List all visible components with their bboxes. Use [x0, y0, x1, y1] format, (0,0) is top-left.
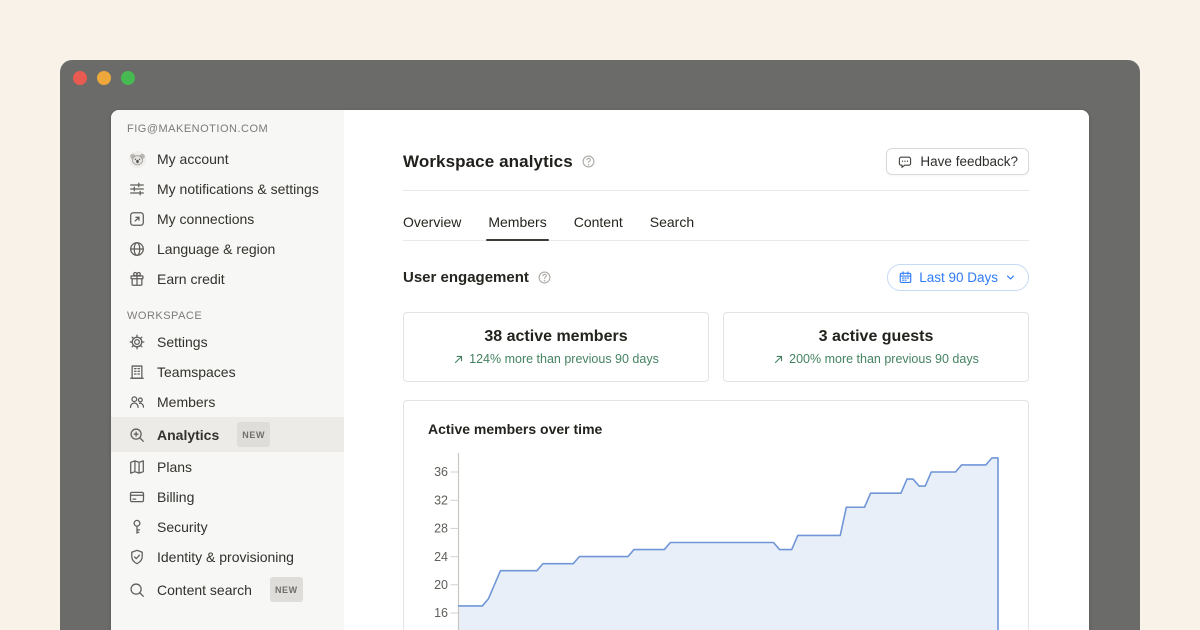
- sidebar-item-label: My connections: [157, 209, 254, 229]
- arrow-up-right-box-icon: [127, 210, 147, 228]
- help-circle-icon[interactable]: [537, 270, 552, 285]
- new-badge: NEW: [237, 422, 270, 447]
- sidebar-item-label: Earn credit: [157, 269, 225, 289]
- chevron-down-icon: [1004, 271, 1017, 284]
- page-header: Workspace analytics Have feedback?: [403, 148, 1029, 175]
- tab-content[interactable]: Content: [574, 214, 623, 240]
- account-email-heading: FIG@MAKENOTION.COM: [111, 123, 344, 135]
- sidebar-item-security[interactable]: Security: [111, 512, 344, 542]
- sidebar-item-members[interactable]: Members: [111, 387, 344, 417]
- sidebar-item-plans[interactable]: Plans: [111, 452, 344, 482]
- sidebar-item-label: My notifications & settings: [157, 179, 319, 199]
- sidebar-item-label: My account: [157, 149, 229, 169]
- sidebar-item-my-notifications-settings[interactable]: My notifications & settings: [111, 174, 344, 204]
- stat-value: 3 active guests: [819, 328, 934, 346]
- calendar-icon: [898, 270, 913, 285]
- sidebar-item-settings[interactable]: Settings: [111, 327, 344, 357]
- sidebar-item-label: Plans: [157, 457, 192, 477]
- sidebar-item-my-account[interactable]: My account: [111, 144, 344, 174]
- sidebar-item-label: Settings: [157, 332, 208, 352]
- sidebar-item-billing[interactable]: Billing: [111, 482, 344, 512]
- account-nav: My account My notifications & settings My …: [111, 144, 344, 294]
- window-frame: FIG@MAKENOTION.COM My account My notifica…: [60, 60, 1140, 630]
- sidebar-item-label: Analytics: [157, 425, 219, 445]
- svg-text:20: 20: [434, 578, 448, 592]
- search-icon: [127, 581, 147, 599]
- stat-card: 3 active guests 200% more than previous 9…: [723, 312, 1029, 382]
- new-badge: NEW: [270, 577, 303, 602]
- sidebar-item-earn-credit[interactable]: Earn credit: [111, 264, 344, 294]
- stat-delta: 200% more than previous 90 days: [773, 352, 979, 366]
- close-button[interactable]: [73, 71, 87, 85]
- stat-value: 38 active members: [484, 328, 627, 346]
- traffic-lights: [73, 71, 135, 85]
- gift-icon: [127, 270, 147, 288]
- minimize-button[interactable]: [97, 71, 111, 85]
- workspace-heading: WORKSPACE: [111, 310, 344, 322]
- stat-delta-label: 200% more than previous 90 days: [789, 352, 979, 366]
- credit-card-icon: [127, 488, 147, 506]
- have-feedback-label: Have feedback?: [920, 154, 1018, 169]
- main-content: Workspace analytics Have feedback? Overv…: [344, 110, 1089, 630]
- tab-members[interactable]: Members: [488, 214, 546, 240]
- shield-check-icon: [127, 548, 147, 566]
- map-icon: [127, 458, 147, 476]
- sidebar-item-label: Billing: [157, 487, 194, 507]
- svg-text:24: 24: [434, 550, 448, 564]
- key-icon: [127, 518, 147, 536]
- svg-text:32: 32: [434, 493, 448, 507]
- sidebar-item-content-search[interactable]: Content search NEW: [111, 572, 344, 607]
- have-feedback-button[interactable]: Have feedback?: [886, 148, 1029, 175]
- building-icon: [127, 363, 147, 381]
- sidebar-item-label: Security: [157, 517, 208, 537]
- sidebar-item-label: Members: [157, 392, 215, 412]
- date-range-label: Last 90 Days: [919, 270, 998, 285]
- svg-text:28: 28: [434, 522, 448, 536]
- page-background: { "colors": { "page_bg": "#f8f2e9", "fra…: [0, 0, 1200, 630]
- speech-bubble-icon: [897, 154, 913, 170]
- sidebar-item-teamspaces[interactable]: Teamspaces: [111, 357, 344, 387]
- date-range-button[interactable]: Last 90 Days: [887, 264, 1029, 291]
- sidebar-item-label: Language & region: [157, 239, 275, 259]
- people-icon: [127, 393, 147, 411]
- sidebar-item-my-connections[interactable]: My connections: [111, 204, 344, 234]
- trend-up-arrow-icon: [773, 354, 784, 365]
- workspace-nav: Settings Teamspaces Members Analytics NEW Pla…: [111, 327, 344, 607]
- engagement-title: User engagement: [403, 269, 529, 286]
- zoom-button[interactable]: [121, 71, 135, 85]
- svg-text:36: 36: [434, 465, 448, 479]
- sidebar-item-identity-provisioning[interactable]: Identity & provisioning: [111, 542, 344, 572]
- sidebar-item-label: Identity & provisioning: [157, 547, 294, 567]
- settings-panel: FIG@MAKENOTION.COM My account My notifica…: [111, 110, 1089, 630]
- sliders-icon: [127, 180, 147, 198]
- sidebar-item-analytics[interactable]: Analytics NEW: [111, 417, 344, 452]
- stat-delta: 124% more than previous 90 days: [453, 352, 659, 366]
- chart-card: Active members over time 16 20 24 28 32 36: [403, 400, 1029, 630]
- globe-icon: [127, 240, 147, 258]
- sidebar: FIG@MAKENOTION.COM My account My notifica…: [111, 110, 344, 630]
- gear-icon: [127, 333, 147, 351]
- zoom-in-icon: [127, 426, 147, 444]
- tab-overview[interactable]: Overview: [403, 214, 461, 240]
- analytics-tabs: Overview Members Content Search: [403, 191, 1029, 241]
- chart-title: Active members over time: [404, 401, 1028, 437]
- engagement-header: User engagement Last 90 Days: [403, 264, 1029, 291]
- help-circle-icon[interactable]: [581, 154, 596, 169]
- stat-delta-label: 124% more than previous 90 days: [469, 352, 659, 366]
- stat-card: 38 active members 124% more than previous…: [403, 312, 709, 382]
- koala-avatar-icon: [127, 150, 147, 169]
- sidebar-item-language-region[interactable]: Language & region: [111, 234, 344, 264]
- trend-up-arrow-icon: [453, 354, 464, 365]
- page-title: Workspace analytics: [403, 152, 573, 172]
- sidebar-item-label: Teamspaces: [157, 362, 236, 382]
- svg-text:16: 16: [434, 606, 448, 620]
- tab-search[interactable]: Search: [650, 214, 694, 240]
- sidebar-item-label: Content search: [157, 580, 252, 600]
- stat-cards: 38 active members 124% more than previous…: [403, 312, 1029, 382]
